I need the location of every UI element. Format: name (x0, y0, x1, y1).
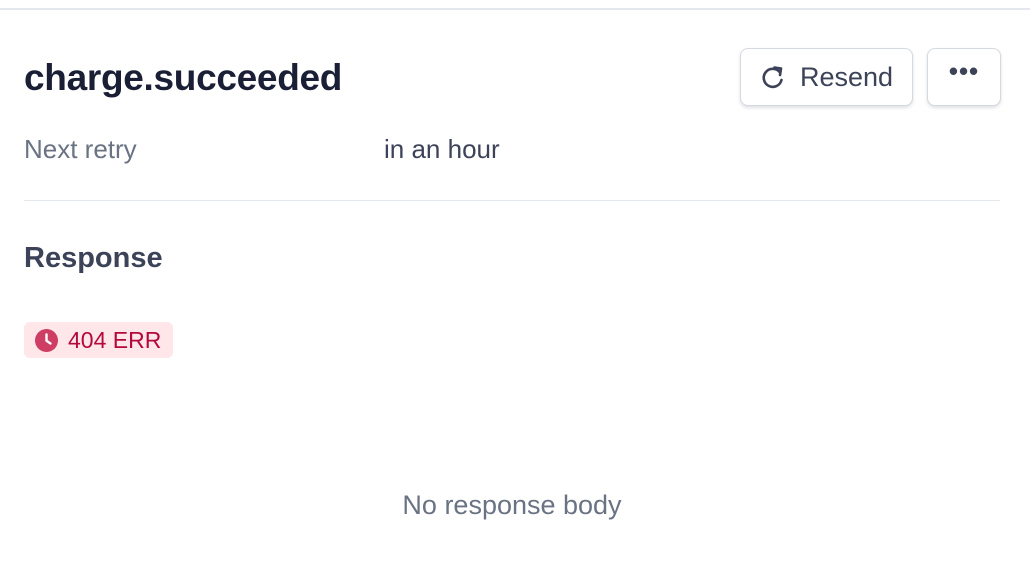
resend-label: Resend (799, 61, 894, 92)
top-border (0, 8, 1030, 10)
more-horizontal-icon: ••• (948, 56, 980, 86)
next-retry-value: in an hour (384, 134, 500, 164)
status-badge: 404 ERR (24, 322, 174, 358)
resend-button[interactable]: Resend (740, 48, 913, 106)
clock-icon (35, 328, 58, 352)
section-divider (24, 200, 1000, 201)
retry-arrow-icon (760, 64, 786, 90)
status-text: 404 ERR (68, 326, 162, 353)
response-heading: Response (24, 242, 163, 274)
empty-response-message: No response body (402, 490, 622, 520)
next-retry-label: Next retry (24, 134, 137, 164)
event-title: charge.succeeded (24, 57, 343, 98)
more-actions-button[interactable]: ••• (927, 48, 1001, 106)
